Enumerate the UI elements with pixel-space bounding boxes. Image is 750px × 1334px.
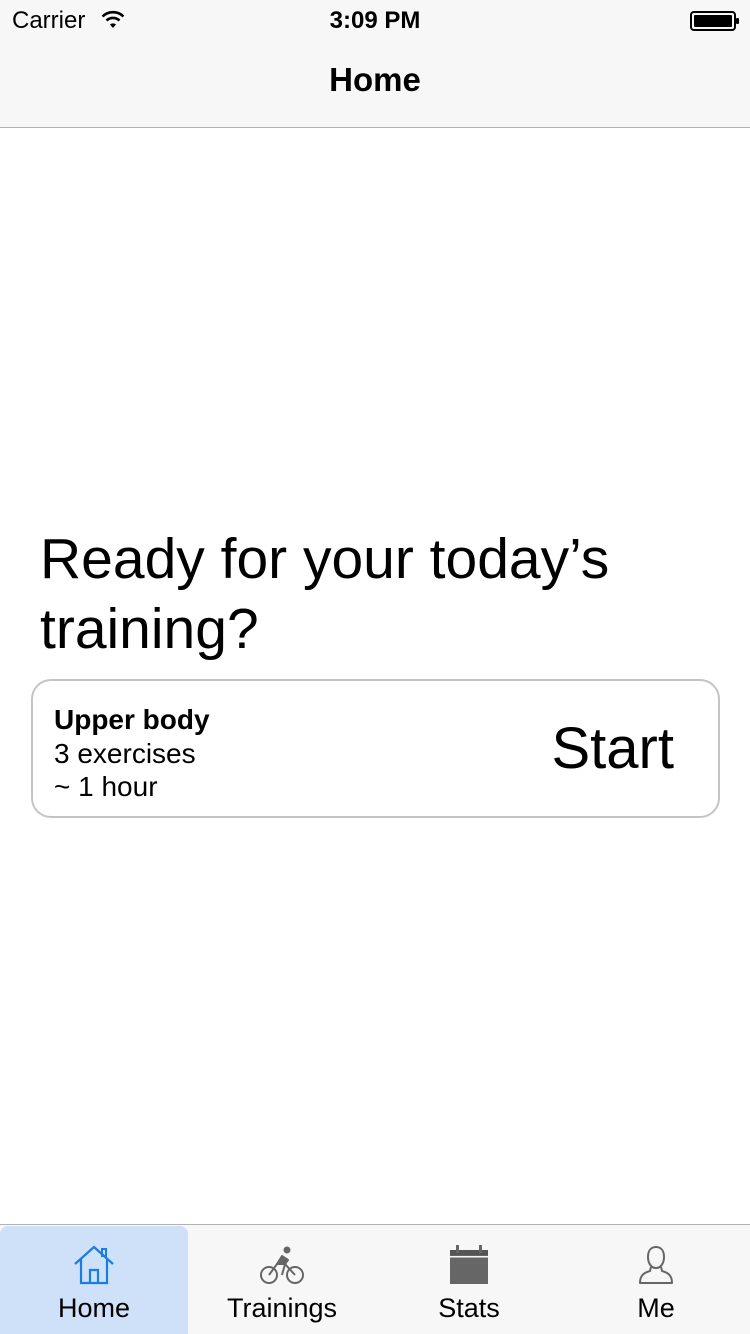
status-time: 3:09 PM	[329, 7, 421, 34]
training-title: Upper body	[54, 704, 210, 735]
tab-bar: Home Trainings Stats Me	[0, 1224, 750, 1334]
training-duration: ~ 1 hour	[54, 771, 158, 802]
page-title: Home	[329, 61, 421, 98]
person-icon	[639, 1245, 673, 1284]
navigation-bar: Home	[0, 40, 750, 128]
tab-label-stats: Stats	[438, 1293, 500, 1323]
training-card[interactable]: Upper body 3 exercises ~ 1 hour Start	[31, 679, 720, 818]
training-prompt-heading: Ready for your today’s training?	[40, 527, 610, 661]
home-icon	[74, 1245, 114, 1285]
app-screen: Carrier 3:09 PM Home Ready for your toda…	[0, 0, 750, 1334]
exercise-count: 3 exercises	[54, 738, 196, 769]
status-bar: Carrier 3:09 PM	[0, 0, 750, 40]
tab-trainings[interactable]: Trainings	[188, 1226, 376, 1334]
tab-label-home: Home	[57, 1293, 131, 1323]
tab-stats[interactable]: Stats	[376, 1226, 562, 1334]
start-button[interactable]: Start	[552, 717, 675, 781]
battery-full-icon	[690, 11, 739, 31]
tab-me[interactable]: Me	[562, 1226, 750, 1334]
bicycle-icon	[260, 1246, 304, 1284]
tab-label-me: Me	[637, 1293, 675, 1323]
tab-home[interactable]: Home	[0, 1226, 188, 1334]
tab-label-trainings: Trainings	[226, 1293, 338, 1323]
calendar-icon	[450, 1245, 488, 1284]
